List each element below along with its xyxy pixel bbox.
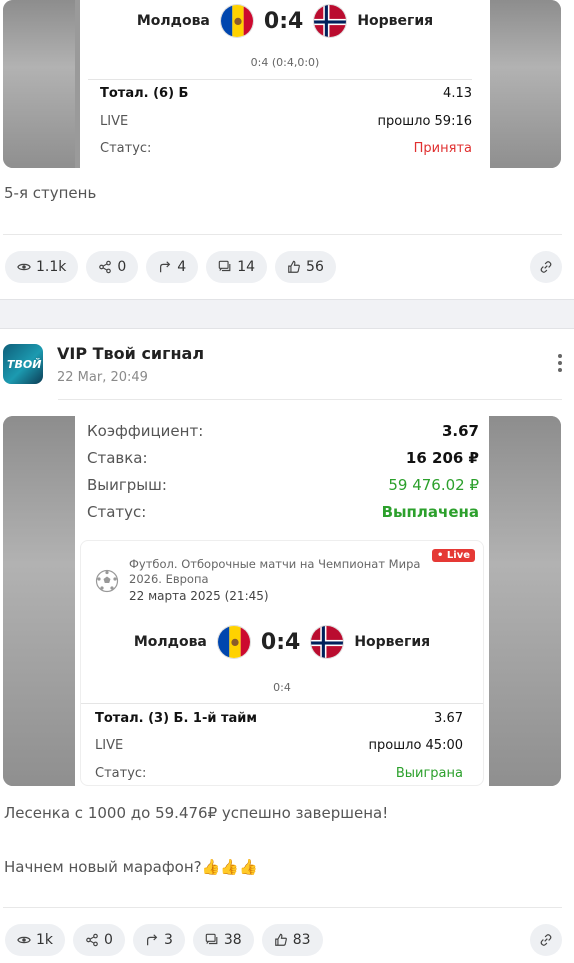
post-image[interactable]: Коэффициент: 3.67 Ставка: 16 206 ₽ Выигр…: [3, 416, 561, 786]
forward-arrow-icon: [146, 934, 158, 946]
bet-market: Тотал. (3) Б. 1-й тайм: [95, 711, 258, 726]
moldova-flag-icon: [219, 4, 254, 38]
comments-button[interactable]: 14: [206, 251, 268, 283]
channel-name[interactable]: VIP Твой сигнал: [57, 344, 204, 363]
post-actions: 1k 0 3 38 83: [5, 924, 562, 956]
post-date: 22 Mar, 20:49: [57, 370, 148, 385]
status-value: Принята: [413, 141, 472, 156]
post-actions: 1.1k 0 4 14 56: [5, 251, 562, 283]
bet-odds: 3.67: [434, 711, 463, 726]
stake-value: 16 206 ₽: [405, 449, 479, 467]
thumbs-up-icon: [274, 933, 287, 946]
match-score: 0:4: [263, 8, 304, 34]
bet-ticket: Коэффициент: 3.67 Ставка: 16 206 ₽ Выигр…: [75, 416, 489, 786]
repost-button[interactable]: 4: [146, 251, 199, 283]
elapsed-time: прошло 59:16: [377, 114, 472, 129]
win-label: Выигрыш:: [87, 476, 167, 494]
match-subscore: 0:4 (0:4,0:0): [250, 56, 320, 69]
link-icon: [540, 261, 552, 273]
share-icon: [86, 933, 98, 947]
match-subscore: 0:4: [273, 681, 291, 694]
away-team: Норвегия: [354, 634, 431, 650]
match-score: 0:4: [260, 629, 301, 655]
forward-arrow-icon: [160, 261, 171, 273]
norway-flag-icon: [313, 4, 348, 38]
copy-link-button[interactable]: [530, 924, 562, 956]
share-button[interactable]: 0: [73, 924, 125, 956]
post-image[interactable]: Молдова 0:4 Норвегия 0:4 (0:4,0:0) Тотал…: [3, 0, 561, 168]
event-date: 22 марта 2025 (21:45): [129, 589, 269, 603]
like-button[interactable]: 56: [275, 251, 336, 283]
match-header: Молдова 0:4 Норвегия: [81, 625, 483, 659]
match-header: Молдова 0:4 Норвегия: [80, 4, 490, 38]
live-label: LIVE: [95, 738, 124, 753]
win-value: 59 476.02 ₽: [388, 476, 479, 494]
like-button[interactable]: 83: [261, 924, 323, 956]
feed: Молдова 0:4 Норвегия 0:4 (0:4,0:0) Тотал…: [0, 0, 574, 963]
post-caption: 5-я ступень: [4, 184, 97, 202]
bet-market: Тотал. (6) Б: [100, 86, 189, 101]
post-author: ТВОЙ VIP Твой сигнал 22 Mar, 20:49: [3, 344, 563, 388]
home-team: Молдова: [136, 13, 210, 29]
live-label: LIVE: [100, 114, 129, 129]
views-counter[interactable]: 1.1k: [5, 251, 79, 283]
post-caption-line2: Начнем новый марафон?👍👍👍: [4, 858, 258, 876]
copy-link-button[interactable]: [530, 251, 562, 283]
link-icon: [540, 934, 552, 946]
home-team: Молдова: [133, 634, 207, 650]
channel-avatar[interactable]: ТВОЙ: [3, 344, 43, 384]
payout-status: Выплачена: [381, 503, 479, 521]
bet-ticket: Молдова 0:4 Норвегия 0:4 (0:4,0:0) Тотал…: [80, 0, 490, 168]
stake-label: Ставка:: [87, 449, 148, 467]
soccer-ball-icon: [95, 569, 119, 597]
share-button[interactable]: 0: [86, 251, 139, 283]
bet-odds: 4.13: [443, 86, 472, 101]
more-options-icon[interactable]: [557, 354, 563, 372]
repost-button[interactable]: 3: [132, 924, 185, 956]
eye-icon: [17, 263, 31, 271]
coef-value: 3.67: [441, 422, 479, 440]
event-title: Футбол. Отборочные матчи на Чемпионат Ми…: [129, 557, 421, 586]
eye-icon: [17, 936, 31, 944]
post-caption-line1: Лесенка с 1000 до 59.476₽ успешно заверш…: [4, 804, 389, 822]
event-card: Футбол. Отборочные матчи на Чемпионат Ми…: [80, 540, 484, 786]
comments-button[interactable]: 38: [192, 924, 254, 956]
moldova-flag-icon: [216, 625, 251, 659]
status-label: Статус:: [100, 141, 152, 156]
views-counter[interactable]: 1k: [5, 924, 66, 956]
comment-icon: [205, 933, 218, 945]
post-separator: [0, 299, 574, 329]
status-label: Статус:: [87, 503, 147, 521]
share-icon: [99, 260, 112, 274]
elapsed-time: прошло 45:00: [368, 738, 463, 753]
coef-label: Коэффициент:: [87, 422, 204, 440]
status-value: Выиграна: [395, 766, 463, 781]
status-label: Статус:: [95, 766, 147, 781]
live-badge: • Live: [432, 549, 475, 562]
comment-icon: [218, 260, 231, 272]
away-team: Норвегия: [357, 13, 434, 29]
norway-flag-icon: [310, 625, 345, 659]
thumbs-up-icon: [288, 260, 300, 273]
